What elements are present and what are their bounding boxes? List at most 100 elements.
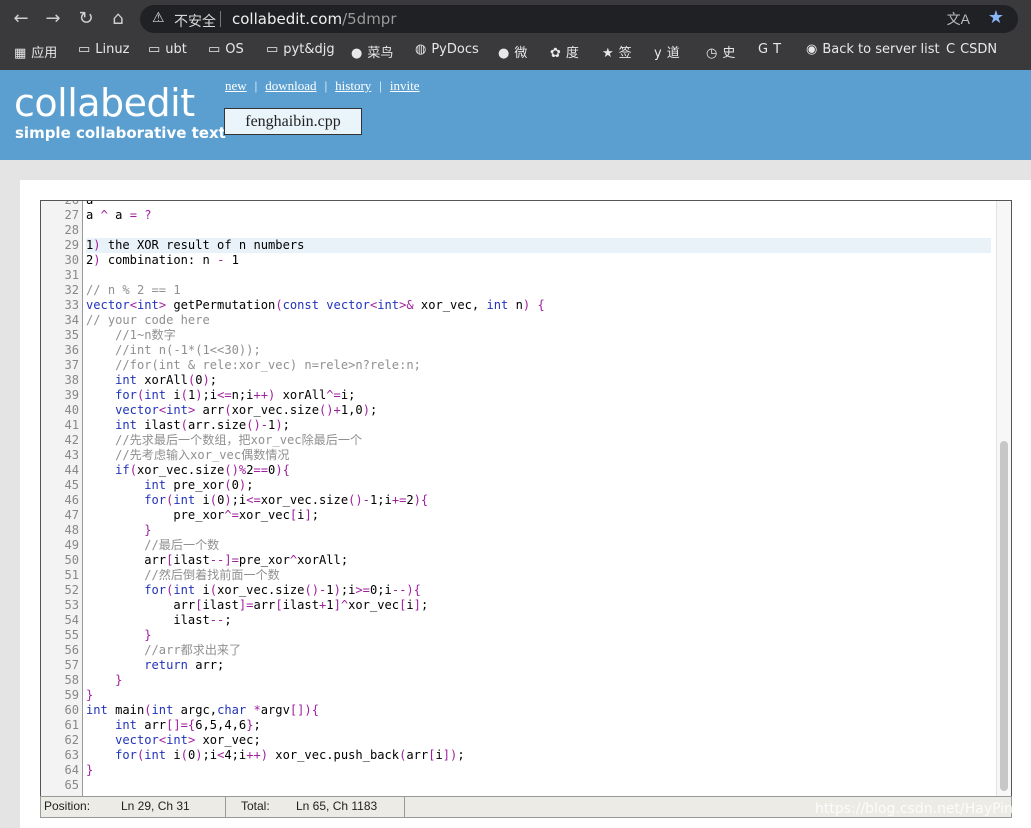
code-text[interactable]: } [86, 628, 991, 643]
address-bar[interactable]: ⚠ 不安全 collabedit.com/5dmpr 文A ★ [140, 5, 1018, 33]
bookmark-item[interactable]: ▭ Linuz [78, 42, 129, 57]
code-text[interactable]: vector<int> arr(xor_vec.size()+1,0); [86, 403, 991, 418]
code-text[interactable]: //先求最后一个数组，把xor_vec除最后一个 [86, 433, 991, 448]
code-text[interactable]: //int n(-1*(1<<30)); [86, 343, 991, 358]
code-line[interactable]: 26 a [41, 201, 996, 208]
forward-arrow-icon[interactable]: → [42, 8, 64, 30]
reload-icon[interactable]: ↻ [75, 8, 97, 30]
code-line[interactable]: 38 int xorAll(0); [41, 373, 996, 388]
code-text[interactable]: //最后一个数 [86, 538, 991, 553]
code-line[interactable]: 36 //int n(-1*(1<<30)); [41, 343, 996, 358]
code-text[interactable]: vector<int> xor_vec; [86, 733, 991, 748]
code-line[interactable]: 37 //for(int & rele:xor_vec) n=rele>n?re… [41, 358, 996, 373]
nav-invite-link[interactable]: invite [390, 78, 420, 93]
code-text[interactable]: for(int i(0);i<=xor_vec.size()-1;i+=2){ [86, 493, 991, 508]
nav-new-link[interactable]: new [225, 78, 247, 93]
code-text[interactable]: } [86, 688, 991, 703]
code-line[interactable]: 56 //arr都求出来了 [41, 643, 996, 658]
code-text[interactable] [86, 778, 991, 793]
bookmark-item[interactable]: ● 菜鸟 [351, 42, 393, 61]
code-line[interactable]: 33 vector<int> getPermutation(const vecto… [41, 298, 996, 313]
code-line[interactable]: 54 ilast--; [41, 613, 996, 628]
code-text[interactable] [86, 268, 991, 283]
nav-history-link[interactable]: history [335, 78, 371, 93]
code-text[interactable]: //先考虑输入xor_vec偶数情况 [86, 448, 991, 463]
code-lines[interactable]: 26 a 27 a ^ a = ? 28 29 1) the XOR result of … [41, 201, 996, 793]
nav-download-link[interactable]: download [265, 78, 316, 93]
code-text[interactable]: arr[ilast]=arr[ilast+1]^xor_vec[i]; [86, 598, 991, 613]
bookmark-item[interactable]: C CSDN [946, 42, 997, 57]
code-text[interactable]: int ilast(arr.size()-1); [86, 418, 991, 433]
code-line[interactable]: 50 arr[ilast--]=pre_xor^xorAll; [41, 553, 996, 568]
bookmark-item[interactable]: ▭ ubt [148, 42, 187, 57]
code-line[interactable]: 63 for(int i(0);i<4;i++) xor_vec.push_ba… [41, 748, 996, 763]
code-line[interactable]: 48 } [41, 523, 996, 538]
code-text[interactable]: for(int i(xor_vec.size()-1);i>=0;i--){ [86, 583, 991, 598]
back-arrow-icon[interactable]: ← [10, 8, 32, 30]
code-text[interactable]: //for(int & rele:xor_vec) n=rele>n?rele:… [86, 358, 991, 373]
code-line[interactable]: 30 2) combination: n - 1 [41, 253, 996, 268]
translate-icon[interactable]: 文A [947, 9, 970, 29]
code-line[interactable]: 29 1) the XOR result of n numbers [41, 238, 996, 253]
code-text[interactable]: // n % 2 == 1 [86, 283, 991, 298]
code-text[interactable] [86, 223, 991, 238]
code-line[interactable]: 58 } [41, 673, 996, 688]
code-text[interactable]: } [86, 523, 991, 538]
code-text[interactable]: pre_xor^=xor_vec[i]; [86, 508, 991, 523]
code-line[interactable]: 32 // n % 2 == 1 [41, 283, 996, 298]
code-text[interactable]: 2) combination: n - 1 [86, 253, 991, 268]
code-line[interactable]: 34 // your code here [41, 313, 996, 328]
bookmark-item[interactable]: ▦ 应用 [14, 42, 57, 61]
code-line[interactable]: 47 pre_xor^=xor_vec[i]; [41, 508, 996, 523]
bookmark-item[interactable]: ◷ 史 [706, 42, 735, 61]
code-text[interactable]: //1~n数字 [86, 328, 991, 343]
bookmark-item[interactable]: y道 [654, 42, 680, 61]
code-line[interactable]: 64} [41, 763, 996, 778]
code-text[interactable]: } [86, 673, 991, 688]
code-line[interactable]: 51 //然后倒着找前面一个数 [41, 568, 996, 583]
code-line[interactable]: 62 vector<int> xor_vec; [41, 733, 996, 748]
code-line[interactable]: 31 [41, 268, 996, 283]
code-line[interactable]: 45 int pre_xor(0); [41, 478, 996, 493]
code-text[interactable]: int xorAll(0); [86, 373, 991, 388]
code-text[interactable]: int main(int argc,char *argv[]){ [86, 703, 991, 718]
code-line[interactable]: 55 } [41, 628, 996, 643]
code-text[interactable]: //arr都求出来了 [86, 643, 991, 658]
code-line[interactable]: 42 //先求最后一个数组，把xor_vec除最后一个 [41, 433, 996, 448]
code-text[interactable]: arr[ilast--]=pre_xor^xorAll; [86, 553, 991, 568]
code-line[interactable]: 43 //先考虑输入xor_vec偶数情况 [41, 448, 996, 463]
scrollbar-thumb[interactable] [1000, 441, 1008, 791]
code-text[interactable]: int arr[]={6,5,4,6}; [86, 718, 991, 733]
code-text[interactable]: //然后倒着找前面一个数 [86, 568, 991, 583]
code-line[interactable]: 57 return arr; [41, 658, 996, 673]
code-text[interactable]: if(xor_vec.size()%2==0){ [86, 463, 991, 478]
bookmark-item[interactable]: ✿ 度 [550, 42, 579, 61]
code-editor[interactable]: 26 a 27 a ^ a = ? 28 29 1) the XOR result of … [40, 200, 1012, 797]
code-text[interactable]: ilast--; [86, 613, 991, 628]
code-line[interactable]: 61 int arr[]={6,5,4,6}; [41, 718, 996, 733]
bookmark-item[interactable]: ◉ Back to server list [806, 42, 940, 57]
code-text[interactable]: } [86, 763, 991, 778]
bookmark-item[interactable]: ★ 签 [602, 42, 632, 61]
code-line[interactable]: 59} [41, 688, 996, 703]
code-text[interactable]: // your code here [86, 313, 991, 328]
bookmark-item[interactable]: ▭ OS [208, 42, 244, 57]
bookmark-star-icon[interactable]: ★ [988, 7, 1004, 28]
code-text[interactable]: return arr; [86, 658, 991, 673]
filename-button[interactable]: fenghaibin.cpp [224, 108, 362, 135]
code-line[interactable]: 53 arr[ilast]=arr[ilast+1]^xor_vec[i]; [41, 598, 996, 613]
code-text[interactable]: int pre_xor(0); [86, 478, 991, 493]
code-line[interactable]: 49 //最后一个数 [41, 538, 996, 553]
bookmark-item[interactable]: ● 微 [498, 42, 527, 61]
bookmark-item[interactable]: GT [758, 42, 781, 57]
bookmark-item[interactable]: ▭ pyt&djg [266, 42, 335, 57]
code-line[interactable]: 40 vector<int> arr(xor_vec.size()+1,0); [41, 403, 996, 418]
url-text[interactable]: collabedit.com/5dmpr [232, 10, 397, 28]
code-line[interactable]: 52 for(int i(xor_vec.size()-1);i>=0;i--)… [41, 583, 996, 598]
code-line[interactable]: 60 int main(int argc,char *argv[]){ [41, 703, 996, 718]
code-text[interactable]: vector<int> getPermutation(const vector<… [86, 298, 991, 313]
code-line[interactable]: 41 int ilast(arr.size()-1); [41, 418, 996, 433]
code-line[interactable]: 27 a ^ a = ? [41, 208, 996, 223]
code-line[interactable]: 65 [41, 778, 996, 793]
vertical-scrollbar[interactable] [996, 201, 1011, 796]
